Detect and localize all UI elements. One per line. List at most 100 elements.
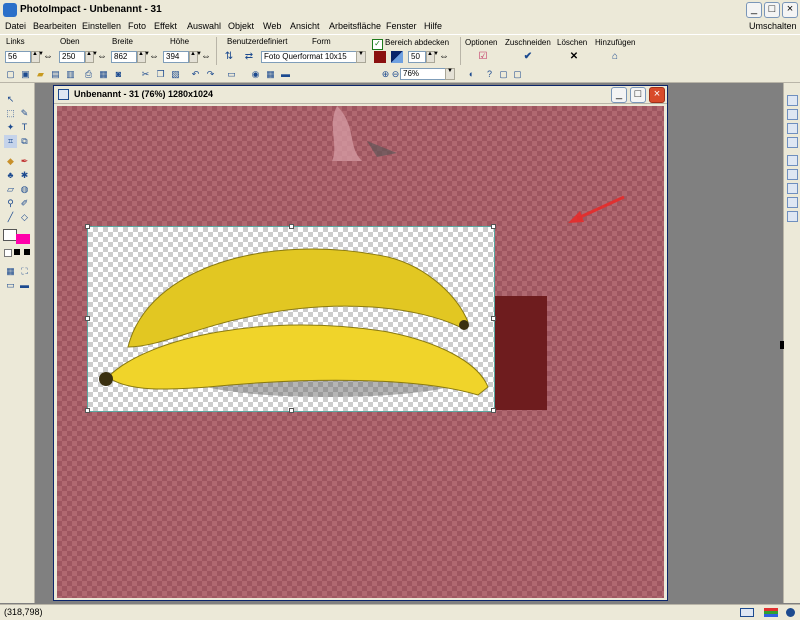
menu-bearbeiten[interactable]: Bearbeiten (33, 21, 77, 31)
links-slider-icon[interactable]: ⇔ (41, 50, 55, 64)
crop-handle-right[interactable] (491, 316, 496, 321)
ruler-icon[interactable]: ▬ (280, 69, 291, 80)
menu-datei[interactable]: Datei (5, 21, 26, 31)
minimize-button[interactable]: _ (746, 2, 762, 18)
doc-close-button[interactable]: × (649, 87, 665, 103)
breite-slider-icon[interactable]: ⇔ (147, 50, 161, 64)
menu-web[interactable]: Web (263, 21, 281, 31)
menu-arbeitsflaeche[interactable]: Arbeitsfläche (329, 21, 381, 31)
image-canvas[interactable] (57, 106, 664, 598)
crop-handle-top[interactable] (289, 224, 294, 229)
cut-icon[interactable]: ✂ (140, 69, 151, 80)
menu-foto[interactable]: Foto (128, 21, 146, 31)
oben-spinner[interactable]: ▲▼ (85, 51, 98, 63)
oben-input[interactable]: 250 (59, 51, 85, 63)
panel-library-icon[interactable] (787, 155, 798, 166)
view-mode-icon[interactable]: ▭ (226, 69, 237, 80)
menu-hilfe[interactable]: Hilfe (424, 21, 442, 31)
zoom-select[interactable]: 76% (400, 68, 446, 80)
form-dropdown-arrow[interactable]: ▼ (356, 51, 366, 63)
mask-color-swatch[interactable] (374, 51, 386, 63)
crop-handle-top-left[interactable] (85, 224, 90, 229)
new-file-icon[interactable]: ▢ (5, 69, 16, 80)
links-input[interactable]: 56 (5, 51, 31, 63)
text-tool-icon[interactable]: T (18, 121, 31, 134)
crop-handle-bottom-left[interactable] (85, 408, 90, 413)
save-icon[interactable]: ▤ (50, 69, 61, 80)
menu-einstellen[interactable]: Einstellen (82, 21, 121, 31)
black-swatch-icon[interactable] (14, 249, 20, 255)
panel-alt-icon[interactable]: ▢ (512, 69, 523, 80)
help-icon[interactable]: ? (484, 69, 495, 80)
magic-wand-icon[interactable]: ✦ (4, 121, 17, 134)
crop-handle-left[interactable] (85, 316, 90, 321)
stamp-tool-icon[interactable]: ◍ (18, 183, 31, 196)
panels-icon[interactable]: ▬ (18, 279, 31, 292)
panel-icon[interactable]: ▢ (498, 69, 509, 80)
crop-handle-top-right[interactable] (491, 224, 496, 229)
retouch-tool-icon[interactable]: ✱ (18, 169, 31, 182)
breite-input[interactable]: 862 (111, 51, 137, 63)
crop-rectangle[interactable] (85, 224, 496, 413)
opacity-input[interactable]: 50 (408, 51, 426, 63)
new-image-icon[interactable]: ▣ (20, 69, 31, 80)
eyedropper-tool-icon[interactable]: ✐ (18, 197, 31, 210)
menu-fenster[interactable]: Fenster (386, 21, 417, 31)
panel-play-icon[interactable] (787, 183, 798, 194)
maximize-button[interactable]: □ (764, 2, 780, 18)
open-folder-icon[interactable]: ▰ (35, 69, 46, 80)
paste-icon[interactable]: ▧ (170, 69, 181, 80)
copy-icon[interactable]: ❐ (155, 69, 166, 80)
status-ruler-icon[interactable] (740, 608, 754, 617)
path-tool-icon[interactable]: ◇ (18, 211, 31, 224)
panel-gallery-icon[interactable] (787, 137, 798, 148)
line-tool-icon[interactable]: ╱ (4, 211, 17, 224)
panel-preview-icon[interactable] (787, 211, 798, 222)
hoehe-input[interactable]: 394 (163, 51, 189, 63)
zoom-dropdown-arrow[interactable]: ▼ (445, 68, 455, 80)
hinzufuegen-icon[interactable]: ⌂ (608, 50, 622, 64)
grid-view-icon[interactable]: ▦ (4, 265, 17, 278)
breite-spinner[interactable]: ▲▼ (137, 51, 150, 63)
links-spinner[interactable]: ▲▼ (31, 51, 44, 63)
clone-tool-icon[interactable]: ♣ (4, 169, 17, 182)
hoehe-slider-icon[interactable]: ⇔ (199, 50, 213, 64)
panel-history-icon[interactable] (787, 123, 798, 134)
oben-slider-icon[interactable]: ⇔ (95, 50, 109, 64)
pick-tool-icon[interactable]: ↖ (4, 93, 17, 106)
save-copy-icon[interactable]: ▥ (65, 69, 76, 80)
zuschneiden-check-icon[interactable]: ✔ (521, 50, 535, 64)
fit-view-icon[interactable]: ⛶ (18, 265, 31, 278)
swap-colors-icon[interactable] (24, 249, 30, 255)
status-info-icon[interactable] (786, 608, 795, 617)
crop-tool-icon[interactable]: ⌗ (4, 135, 17, 148)
panel-layer-icon[interactable] (787, 95, 798, 106)
preview-icon[interactable]: ◉ (250, 69, 261, 80)
crop-handle-bottom[interactable] (289, 408, 294, 413)
umschalten-button[interactable]: Umschalten (749, 21, 797, 31)
fill-tool-icon[interactable]: ◆ (4, 155, 17, 168)
panel-document-icon[interactable] (787, 109, 798, 120)
grid-icon[interactable]: ▦ (265, 69, 276, 80)
menu-effekt[interactable]: Effekt (154, 21, 177, 31)
form-select[interactable]: Foto Querformat 10x15 (261, 51, 359, 63)
print-icon[interactable]: ⎙ (83, 69, 94, 80)
bereich-checkbox[interactable]: ✓ (372, 39, 383, 50)
lasso-tool-icon[interactable]: ✎ (18, 107, 31, 120)
zoom-tool-icon[interactable]: ⚲ (4, 197, 17, 210)
background-color-swatch[interactable] (16, 234, 30, 244)
swap-ratio-icon[interactable]: ⇄ (242, 50, 256, 64)
color-icon[interactable]: ◐ (466, 69, 477, 80)
close-button[interactable]: × (782, 2, 798, 18)
panel-info-icon[interactable] (787, 197, 798, 208)
reset-colors-icon[interactable] (4, 249, 12, 257)
crop-handle-bottom-right[interactable] (491, 408, 496, 413)
loeschen-x-icon[interactable]: ✕ (567, 50, 581, 64)
redo-icon[interactable]: ↷ (205, 69, 216, 80)
hoehe-spinner[interactable]: ▲▼ (189, 51, 202, 63)
doc-maximize-button[interactable]: □ (630, 87, 646, 103)
eraser-tool-icon[interactable]: ▱ (4, 183, 17, 196)
foreground-color-swatch[interactable] (3, 229, 17, 241)
undo-icon[interactable]: ↶ (190, 69, 201, 80)
lock-ratio-icon[interactable]: ⇅ (222, 50, 236, 64)
